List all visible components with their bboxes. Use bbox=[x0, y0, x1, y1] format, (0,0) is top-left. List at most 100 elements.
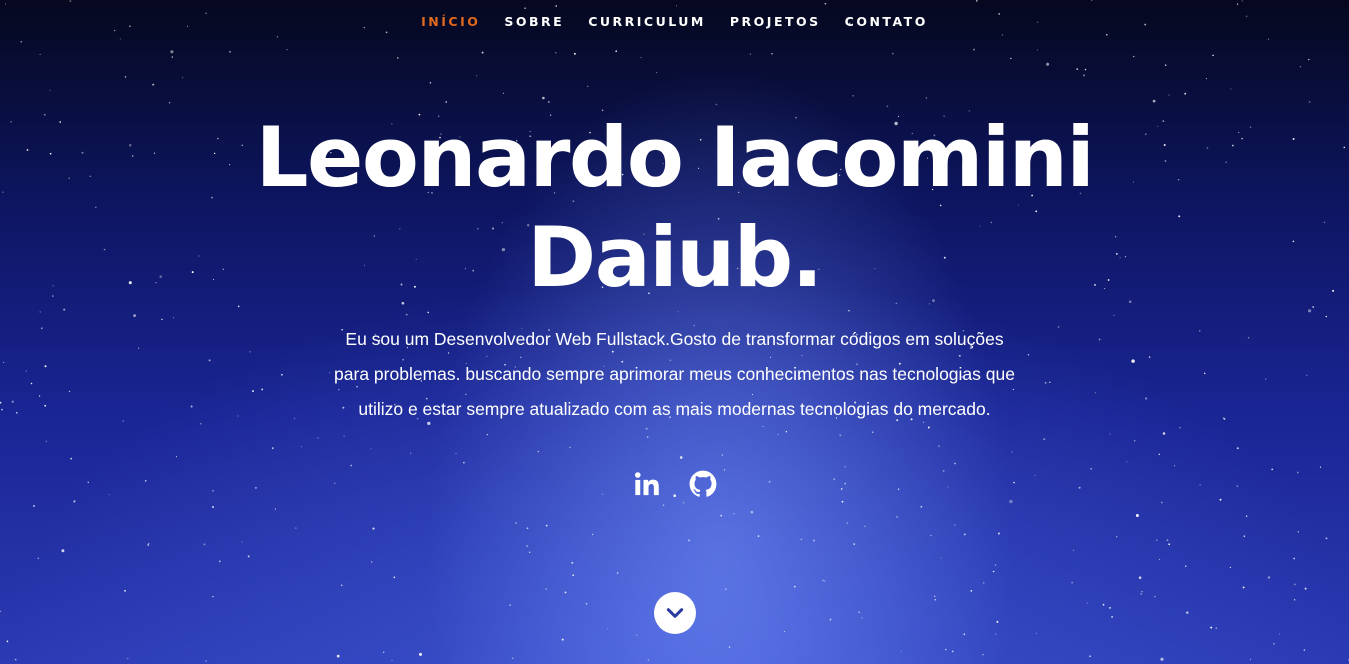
star bbox=[1308, 58, 1310, 61]
star bbox=[212, 506, 214, 508]
star bbox=[992, 570, 995, 573]
star bbox=[133, 314, 136, 317]
star bbox=[173, 317, 175, 319]
star bbox=[1242, 586, 1245, 589]
star bbox=[37, 557, 39, 559]
nav-item-curriculum[interactable]: CURRICULUM bbox=[576, 14, 718, 30]
star bbox=[1084, 68, 1087, 71]
star bbox=[1044, 381, 1047, 384]
star bbox=[793, 585, 796, 588]
star bbox=[587, 85, 589, 87]
star bbox=[542, 96, 545, 100]
star bbox=[63, 308, 66, 311]
star bbox=[1293, 557, 1296, 560]
star bbox=[1134, 440, 1136, 442]
star bbox=[688, 539, 690, 542]
star bbox=[733, 513, 735, 515]
star bbox=[656, 71, 658, 74]
star bbox=[15, 411, 18, 414]
star bbox=[1249, 658, 1252, 660]
star bbox=[934, 595, 936, 597]
star bbox=[975, 0, 978, 2]
star bbox=[970, 590, 973, 592]
star bbox=[812, 539, 815, 542]
star bbox=[1210, 626, 1213, 629]
star bbox=[555, 52, 557, 54]
star bbox=[1111, 616, 1113, 618]
hero-section: INÍCIO SOBRE CURRICULUM PROJETOS CONTATO… bbox=[0, 0, 1349, 664]
star bbox=[829, 618, 832, 621]
nav-item-contato[interactable]: CONTATO bbox=[833, 14, 940, 30]
star bbox=[1168, 543, 1171, 546]
star bbox=[896, 516, 898, 518]
star bbox=[1076, 68, 1079, 70]
star bbox=[1141, 590, 1143, 593]
star bbox=[418, 652, 423, 656]
star bbox=[677, 311, 679, 313]
star bbox=[124, 76, 127, 78]
star bbox=[1179, 427, 1181, 429]
star bbox=[69, 0, 72, 3]
star bbox=[725, 588, 727, 590]
star bbox=[635, 634, 638, 636]
star bbox=[168, 102, 171, 104]
star bbox=[853, 543, 856, 546]
star bbox=[300, 446, 303, 448]
star bbox=[1046, 62, 1050, 66]
nav-item-sobre[interactable]: SOBRE bbox=[492, 14, 576, 30]
star bbox=[410, 452, 412, 454]
star bbox=[1293, 599, 1296, 601]
star bbox=[463, 462, 465, 464]
star bbox=[524, 7, 526, 9]
star bbox=[122, 420, 125, 422]
star bbox=[70, 457, 73, 460]
star bbox=[370, 448, 372, 450]
star bbox=[152, 83, 155, 86]
star bbox=[771, 53, 773, 55]
star bbox=[1148, 356, 1151, 358]
github-link[interactable] bbox=[689, 468, 717, 500]
star bbox=[861, 617, 863, 619]
star bbox=[372, 527, 375, 530]
star bbox=[720, 514, 723, 517]
star bbox=[126, 657, 129, 660]
star bbox=[858, 611, 861, 614]
hero-name-line-2: Daiub. bbox=[527, 209, 823, 306]
linkedin-link[interactable] bbox=[633, 468, 661, 500]
star bbox=[777, 433, 779, 435]
star bbox=[1297, 531, 1300, 533]
star bbox=[370, 561, 373, 563]
star bbox=[1140, 593, 1142, 595]
star bbox=[983, 582, 985, 584]
star bbox=[252, 390, 254, 393]
star bbox=[1145, 397, 1148, 400]
star bbox=[645, 427, 648, 430]
star bbox=[0, 401, 2, 404]
star bbox=[839, 434, 842, 437]
nav-item-projetos[interactable]: PROJETOS bbox=[718, 14, 833, 30]
social-links bbox=[0, 468, 1349, 500]
star bbox=[824, 2, 827, 5]
star bbox=[1083, 74, 1086, 77]
star bbox=[545, 524, 548, 527]
star bbox=[455, 452, 457, 454]
star bbox=[1132, 55, 1135, 58]
star bbox=[1036, 49, 1039, 51]
star bbox=[429, 81, 432, 84]
nav-item-inicio[interactable]: INÍCIO bbox=[409, 14, 492, 30]
star bbox=[526, 527, 529, 530]
scroll-down-button[interactable] bbox=[654, 592, 696, 634]
star bbox=[1205, 78, 1207, 80]
star bbox=[383, 651, 385, 653]
star bbox=[20, 40, 23, 43]
star bbox=[1241, 0, 1244, 2]
star bbox=[44, 404, 47, 407]
star bbox=[721, 454, 723, 456]
star bbox=[241, 541, 243, 543]
github-icon bbox=[689, 470, 716, 497]
star bbox=[934, 599, 936, 601]
star bbox=[1113, 314, 1115, 316]
star bbox=[1203, 372, 1206, 375]
star bbox=[1072, 549, 1075, 551]
star bbox=[1325, 315, 1328, 318]
